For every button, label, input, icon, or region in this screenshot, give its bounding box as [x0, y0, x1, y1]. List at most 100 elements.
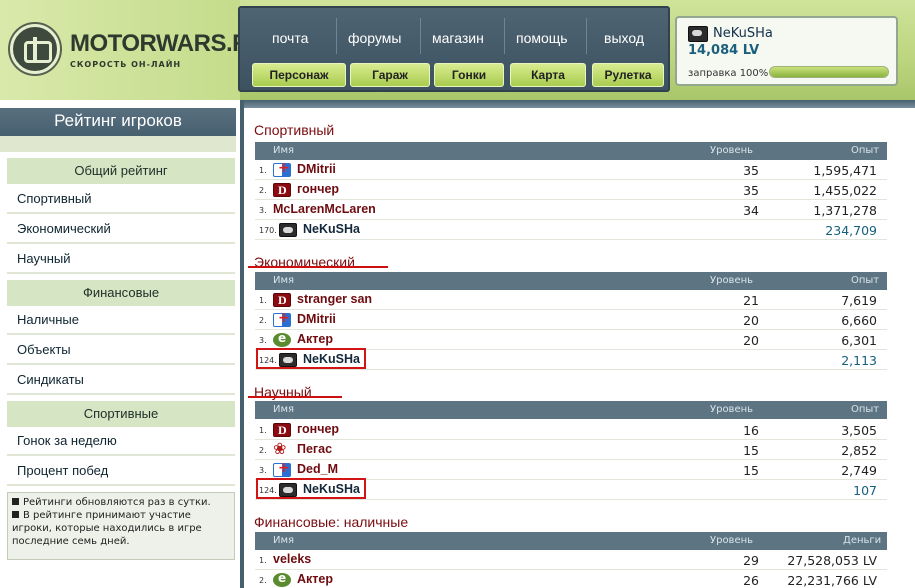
- sidebar-item-economic[interactable]: Экономический: [7, 216, 235, 244]
- roulette-button[interactable]: Рулетка: [592, 63, 664, 87]
- player-level: 20: [743, 333, 759, 348]
- sidebar-item-win-rate[interactable]: Процент побед: [7, 458, 235, 486]
- player-name-link[interactable]: McLarenMcLaren: [273, 202, 376, 216]
- rank-number: 1.: [259, 166, 267, 175]
- rank-number: 1.: [259, 426, 267, 435]
- section-title-financial-cash: Финансовые: наличные: [254, 514, 409, 530]
- player-level: 16: [743, 423, 759, 438]
- character-button[interactable]: Персонаж: [252, 63, 346, 87]
- player-value: 22,231,766 LV: [787, 573, 877, 588]
- sidebar-section-sports[interactable]: Спортивные: [7, 401, 235, 427]
- rank-number: 1.: [259, 296, 267, 305]
- highlight-box: [256, 478, 366, 499]
- races-button[interactable]: Гонки: [434, 63, 504, 87]
- flag-icon: [273, 310, 291, 327]
- nav-link-mail[interactable]: почта: [272, 30, 308, 46]
- sidebar-item-sport[interactable]: Спортивный: [7, 186, 235, 214]
- player-value: 7,619: [841, 293, 877, 308]
- player-level: 15: [743, 463, 759, 478]
- rank-number: 1.: [259, 556, 267, 565]
- mask-icon: [688, 26, 708, 42]
- table-header: Имя Уровень Опыт: [255, 272, 887, 290]
- table-row: 1. veleks 29 27,528,053 LV: [255, 550, 887, 570]
- player-level: 15: [743, 443, 759, 458]
- table-header: Имя Уровень Опыт: [255, 401, 887, 419]
- player-name-link[interactable]: stranger san: [297, 292, 372, 306]
- flag-icon: [273, 460, 291, 477]
- player-name-link[interactable]: DMitrii: [297, 312, 336, 326]
- top-navigation: почта форумы магазин помощь выход Персон…: [238, 6, 670, 92]
- player-level: 35: [743, 163, 759, 178]
- sidebar-spacer: [0, 136, 236, 152]
- player-level: 34: [743, 203, 759, 218]
- player-name-link[interactable]: гончер: [297, 422, 339, 436]
- site-logo[interactable]: MOTORWARS.RU СКОРОСТЬ ОН-ЛАЙН: [10, 22, 266, 78]
- table-row: 3. Ded_M 15 2,749: [255, 460, 887, 480]
- highlight-box: [256, 348, 366, 369]
- red-underline: [248, 396, 342, 398]
- nav-link-forums[interactable]: форумы: [348, 30, 401, 46]
- sidebar-item-science[interactable]: Научный: [7, 246, 235, 274]
- rank-number: 3.: [259, 206, 267, 215]
- note-line: В рейтинге принимают участие игроки, кот…: [12, 510, 202, 547]
- player-level: 29: [743, 553, 759, 568]
- table-row: 1. DMitrii 35 1,595,471: [255, 160, 887, 180]
- garage-button[interactable]: Гараж: [350, 63, 430, 87]
- user-balance: 14,084 LV: [688, 43, 760, 58]
- nav-divider: [586, 18, 587, 54]
- d-icon: [273, 293, 291, 308]
- sidebar-item-weekly-races[interactable]: Гонок за неделю: [7, 428, 235, 456]
- fuel-progress-bar: [769, 66, 889, 78]
- brand-name: MOTORWARS.RU: [70, 30, 266, 57]
- column-level: Уровень: [710, 145, 754, 156]
- left-sidebar: Рейтинг игроков Общий рейтинг Спортивный…: [0, 100, 240, 588]
- player-name-link[interactable]: Актер: [297, 572, 333, 586]
- player-name-link[interactable]: Актер: [297, 332, 333, 346]
- sidebar-item-objects[interactable]: Объекты: [7, 337, 235, 365]
- player-value: 6,301: [841, 333, 877, 348]
- sidebar-section-overall[interactable]: Общий рейтинг: [7, 158, 235, 184]
- player-name-link[interactable]: гончер: [297, 182, 339, 196]
- table-header: Имя Уровень Опыт: [255, 142, 887, 160]
- player-level: 35: [743, 183, 759, 198]
- table-row: 1. гончер 16 3,505: [255, 420, 887, 440]
- table-row: 2. DMitrii 20 6,660: [255, 310, 887, 330]
- sidebar-section-financial[interactable]: Финансовые: [7, 280, 235, 306]
- player-name-link[interactable]: DMitrii: [297, 162, 336, 176]
- nav-link-logout[interactable]: выход: [604, 30, 644, 46]
- rating-notes: Рейтинги обновляются раз в сутки. В рейт…: [7, 492, 235, 560]
- user-name[interactable]: NeKuSHa: [713, 26, 773, 41]
- player-name-link[interactable]: Ded_M: [297, 462, 338, 476]
- note-line: Рейтинги обновляются раз в сутки.: [12, 496, 230, 509]
- player-name-link[interactable]: NeKuSHa: [303, 222, 360, 236]
- player-value: 2,749: [841, 463, 877, 478]
- player-name-link[interactable]: veleks: [273, 552, 311, 566]
- map-button[interactable]: Карта: [510, 63, 586, 87]
- nav-divider: [336, 18, 337, 54]
- player-level: 21: [743, 293, 759, 308]
- fuel-progress-fill: [770, 67, 888, 77]
- player-value: 234,709: [825, 223, 877, 238]
- table-row: 3. McLarenMcLaren 34 1,371,278: [255, 200, 887, 220]
- rank-number: 2.: [259, 186, 267, 195]
- player-level: 20: [743, 313, 759, 328]
- eye-icon: [273, 571, 291, 587]
- sidebar-item-cash[interactable]: Наличные: [7, 307, 235, 335]
- table-row: 2. Актер 26 22,231,766 LV: [255, 570, 887, 588]
- d-icon: [273, 423, 291, 438]
- player-name-link[interactable]: Пегас: [297, 442, 332, 456]
- nav-link-help[interactable]: помощь: [516, 30, 568, 46]
- rank-number: 2.: [259, 576, 267, 585]
- nav-link-shop[interactable]: магазин: [432, 30, 484, 46]
- player-value: 6,660: [841, 313, 877, 328]
- rank-number: 3.: [259, 466, 267, 475]
- nav-divider: [504, 18, 505, 54]
- sidebar-item-syndicates[interactable]: Синдикаты: [7, 367, 235, 395]
- column-exp: Опыт: [851, 145, 880, 156]
- rank-number: 2.: [259, 446, 267, 455]
- bird-icon: [273, 439, 291, 458]
- nav-divider: [420, 18, 421, 54]
- player-value: 1,595,471: [813, 163, 877, 178]
- table-row: 3. Актер 20 6,301: [255, 330, 887, 350]
- player-value: 107: [853, 483, 877, 498]
